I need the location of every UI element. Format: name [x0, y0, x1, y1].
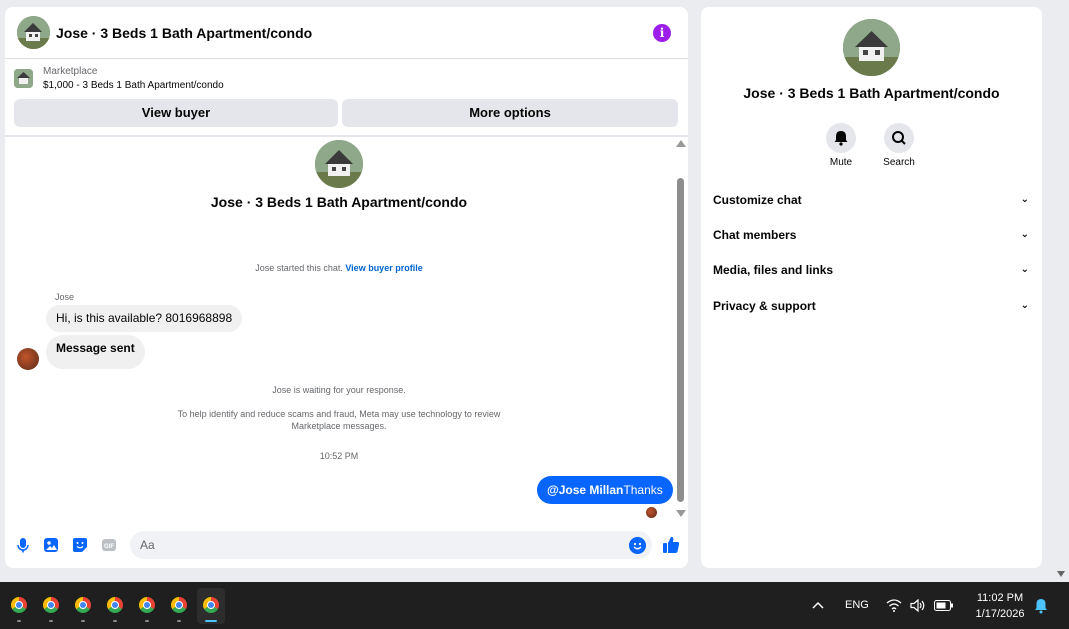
chrome-icon [139, 597, 155, 613]
menu-customize-chat[interactable]: Customize chat ⌄ [713, 188, 1029, 212]
sender-avatar[interactable] [17, 348, 39, 370]
taskbar: ENG 11:02 PM 1/17/2026 [0, 582, 1069, 629]
chevron-down-icon: ⌄ [1020, 264, 1029, 275]
chat-started-text: Jose started this chat. [255, 263, 343, 273]
chevron-down-icon: ⌄ [1020, 300, 1029, 311]
running-indicator [17, 620, 21, 622]
chrome-icon [203, 597, 219, 613]
chevron-up-icon[interactable] [812, 600, 824, 610]
chat-panel: Jose · 3 Beds 1 Bath Apartment/condo i M… [5, 7, 688, 568]
conversation-avatar [315, 140, 363, 188]
message-input[interactable] [140, 535, 610, 555]
notification-bell-icon[interactable] [1034, 598, 1048, 614]
scam-notice-line-2: Marketplace messages. [291, 421, 387, 431]
wifi-icon[interactable] [886, 599, 902, 612]
language-indicator[interactable]: ENG [845, 582, 869, 629]
chat-started-notice: Jose started this chat. View buyer profi… [5, 263, 673, 273]
seen-indicator-avatar [646, 507, 657, 518]
page-scroll-down-arrow[interactable] [1057, 571, 1065, 577]
chat-title[interactable]: Jose · 3 Beds 1 Bath Apartment/condo [56, 25, 312, 41]
thumbs-up-icon[interactable] [661, 535, 681, 555]
chat-info-panel: Jose · 3 Beds 1 Bath Apartment/condo Mut… [701, 7, 1042, 568]
menu-label: Customize chat [713, 193, 802, 207]
running-indicator [113, 620, 117, 622]
chrome-icon [107, 597, 123, 613]
photo-icon[interactable] [43, 537, 59, 553]
marketplace-label: Marketplace [43, 66, 98, 77]
search-icon[interactable] [884, 123, 914, 153]
battery-icon[interactable] [934, 600, 954, 611]
info-title: Jose · 3 Beds 1 Bath Apartment/condo [743, 85, 1000, 101]
taskbar-chrome-app-active[interactable] [197, 588, 225, 624]
chat-scrollbar[interactable] [676, 140, 686, 520]
menu-media-files-links[interactable]: Media, files and links ⌄ [713, 258, 1029, 282]
svg-text:GIF: GIF [104, 544, 114, 550]
chrome-icon [43, 597, 59, 613]
running-indicator [145, 620, 149, 622]
chevron-down-icon: ⌄ [1020, 194, 1029, 205]
message-bubble-incoming: Hi, is this available? 8016968898 [46, 305, 243, 332]
message-input-box[interactable] [130, 531, 652, 559]
clock-time: 11:02 PM [976, 592, 1024, 604]
running-indicator [205, 620, 217, 622]
menu-label: Chat members [713, 228, 797, 242]
scroll-down-arrow[interactable] [676, 510, 686, 517]
taskbar-chrome-app[interactable] [37, 588, 65, 624]
mention[interactable]: @Jose Millan [547, 483, 623, 497]
message-composer: GIF [5, 527, 688, 563]
info-avatar[interactable] [843, 19, 900, 76]
taskbar-chrome-app[interactable] [69, 588, 97, 624]
menu-chat-members[interactable]: Chat members ⌄ [713, 223, 1029, 247]
sender-name: Jose [55, 292, 75, 302]
taskbar-chrome-app[interactable] [101, 588, 129, 624]
menu-privacy-support[interactable]: Privacy & support ⌄ [713, 294, 1029, 318]
chat-header: Jose · 3 Beds 1 Bath Apartment/condo i [5, 7, 688, 59]
divider [5, 135, 688, 137]
running-indicator [81, 620, 85, 622]
gif-icon[interactable]: GIF [101, 537, 117, 553]
chevron-down-icon: ⌄ [1020, 229, 1029, 240]
bell-icon[interactable] [826, 123, 856, 153]
taskbar-chrome-app[interactable] [5, 588, 33, 624]
sticker-icon[interactable] [72, 537, 88, 553]
info-icon[interactable]: i [653, 24, 671, 42]
listing-price-title: $1,000 - 3 Beds 1 Bath Apartment/condo [43, 80, 224, 91]
volume-icon[interactable] [910, 599, 926, 612]
view-buyer-button[interactable]: View buyer [14, 99, 338, 127]
microphone-icon[interactable] [15, 537, 31, 553]
search-label: Search [883, 157, 915, 168]
more-options-button[interactable]: More options [342, 99, 678, 127]
marketplace-listing-row[interactable]: Marketplace $1,000 - 3 Beds 1 Bath Apart… [5, 60, 688, 96]
message-bubble-outgoing: @Jose MillanThanks [537, 476, 673, 504]
message-timestamp: 10:52 PM [319, 451, 359, 461]
taskbar-chrome-app[interactable] [133, 588, 161, 624]
mute-action[interactable]: Mute [823, 123, 859, 168]
view-buyer-profile-link[interactable]: View buyer profile [345, 263, 422, 273]
taskbar-chrome-app[interactable] [165, 588, 193, 624]
listing-thumbnail [14, 69, 33, 88]
running-indicator [177, 620, 181, 622]
search-action[interactable]: Search [881, 123, 917, 168]
menu-label: Privacy & support [713, 299, 816, 313]
scam-notice-line-1: To help identify and reduce scams and fr… [177, 409, 501, 419]
clock-date: 1/17/2026 [975, 608, 1025, 620]
system-clock[interactable]: 11:02 PM 1/17/2026 [962, 590, 1038, 622]
chrome-icon [75, 597, 91, 613]
waiting-notice: Jose is waiting for your response. [272, 385, 406, 395]
menu-label: Media, files and links [713, 263, 834, 277]
running-indicator [49, 620, 53, 622]
mute-label: Mute [829, 157, 853, 168]
chrome-icon [171, 597, 187, 613]
outgoing-text: Thanks [623, 483, 663, 497]
emoji-icon[interactable] [629, 537, 646, 554]
scroll-up-arrow[interactable] [676, 140, 686, 147]
listing-avatar[interactable] [17, 16, 50, 49]
conversation-title: Jose · 3 Beds 1 Bath Apartment/condo [210, 194, 468, 210]
scroll-thumb[interactable] [677, 178, 684, 502]
chrome-icon [11, 597, 27, 613]
message-bubble-incoming: Message sent [46, 335, 145, 369]
